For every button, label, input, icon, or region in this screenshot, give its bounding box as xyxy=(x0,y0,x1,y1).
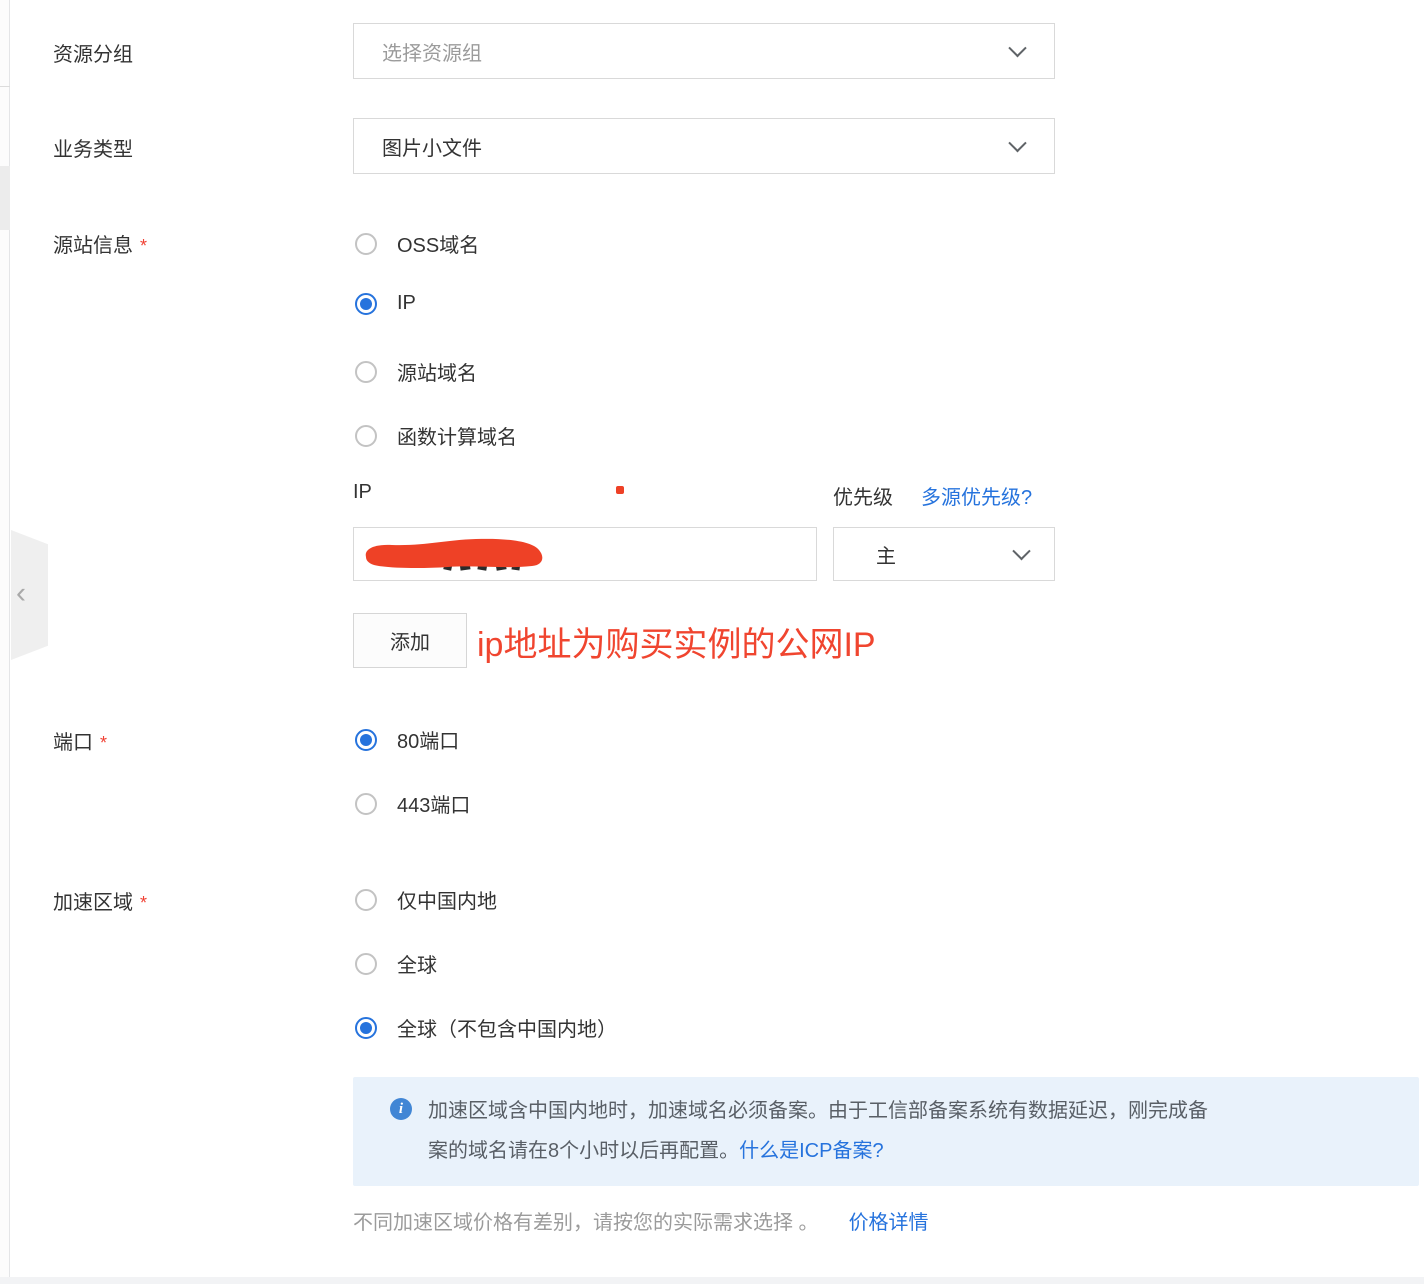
what-is-icp-link[interactable]: 什么是ICP备案? xyxy=(739,1140,883,1162)
priority-select[interactable]: 主 xyxy=(833,527,1055,581)
priority-label: 优先级 xyxy=(833,481,893,510)
page-left-edge-block xyxy=(0,166,10,230)
port-option-443[interactable]: 443端口 xyxy=(355,789,470,818)
radio-icon[interactable] xyxy=(355,1017,377,1039)
icp-notice-box: i 加速区域含中国内地时，加速域名必须备案。由于工信部备案系统有数据延迟，刚完成… xyxy=(353,1077,1419,1186)
chevron-left-icon: ‹ xyxy=(16,577,26,611)
radio-icon[interactable] xyxy=(355,293,377,315)
business-type-label: 业务类型 xyxy=(53,133,133,162)
radio-icon[interactable] xyxy=(355,425,377,447)
required-dot xyxy=(616,486,624,494)
radio-icon[interactable] xyxy=(355,361,377,383)
add-ip-button[interactable]: 添加 xyxy=(353,613,467,668)
origin-option-origin-domain[interactable]: 源站域名 xyxy=(355,357,477,386)
resource-group-label: 资源分组 xyxy=(53,38,133,67)
pricing-details-link[interactable]: 价格详情 xyxy=(849,1212,929,1234)
radio-icon[interactable] xyxy=(355,889,377,911)
page-left-edge-divider xyxy=(0,86,10,87)
chevron-down-icon xyxy=(1012,542,1030,560)
priority-value: 主 xyxy=(834,540,896,569)
region-label: 加速区域* xyxy=(53,886,147,915)
port-option-80[interactable]: 80端口 xyxy=(355,725,459,754)
port-label: 端口* xyxy=(53,726,107,755)
pricing-note: 不同加速区域价格有差别，请按您的实际需求选择 。价格详情 xyxy=(353,1206,929,1235)
business-type-value: 图片小文件 xyxy=(354,132,482,161)
resource-group-select[interactable]: 选择资源组 xyxy=(353,23,1055,79)
region-option-global[interactable]: 全球 xyxy=(355,949,437,978)
redaction-scribble xyxy=(356,536,556,580)
radio-icon[interactable] xyxy=(355,233,377,255)
origin-option-fc-domain[interactable]: 函数计算域名 xyxy=(355,421,517,450)
ip-field-label: IP xyxy=(353,481,372,504)
cdn-domain-form-page: ‹ 资源分组 选择资源组 业务类型 图片小文件 源站信息* OSS域名 IP 源… xyxy=(0,0,1424,1284)
origin-option-oss[interactable]: OSS域名 xyxy=(355,229,479,258)
business-type-select[interactable]: 图片小文件 xyxy=(353,118,1055,174)
radio-icon[interactable] xyxy=(355,793,377,815)
origin-option-ip[interactable]: IP xyxy=(355,292,416,315)
page-bottom-edge xyxy=(0,1277,1424,1284)
panel-collapse-handle[interactable]: ‹ xyxy=(11,530,48,660)
multi-origin-priority-link[interactable]: 多源优先级? xyxy=(921,481,1032,510)
required-asterisk: * xyxy=(100,733,107,753)
required-asterisk: * xyxy=(140,236,147,256)
ip-input[interactable] xyxy=(353,527,817,581)
icp-notice-text: 加速区域含中国内地时，加速域名必须备案。由于工信部备案系统有数据延迟，刚完成备 … xyxy=(428,1091,1403,1171)
info-icon: i xyxy=(390,1098,412,1120)
radio-icon[interactable] xyxy=(355,729,377,751)
required-asterisk: * xyxy=(140,893,147,913)
resource-group-placeholder: 选择资源组 xyxy=(354,37,482,66)
origin-info-label: 源站信息* xyxy=(53,229,147,258)
handwritten-annotation: ip地址为购买实例的公网IP xyxy=(477,617,876,666)
region-option-global-ex-mainland[interactable]: 全球（不包含中国内地） xyxy=(355,1013,617,1042)
radio-icon[interactable] xyxy=(355,953,377,975)
region-option-mainland[interactable]: 仅中国内地 xyxy=(355,885,497,914)
chevron-down-icon xyxy=(1008,134,1026,152)
chevron-down-icon xyxy=(1008,39,1026,57)
